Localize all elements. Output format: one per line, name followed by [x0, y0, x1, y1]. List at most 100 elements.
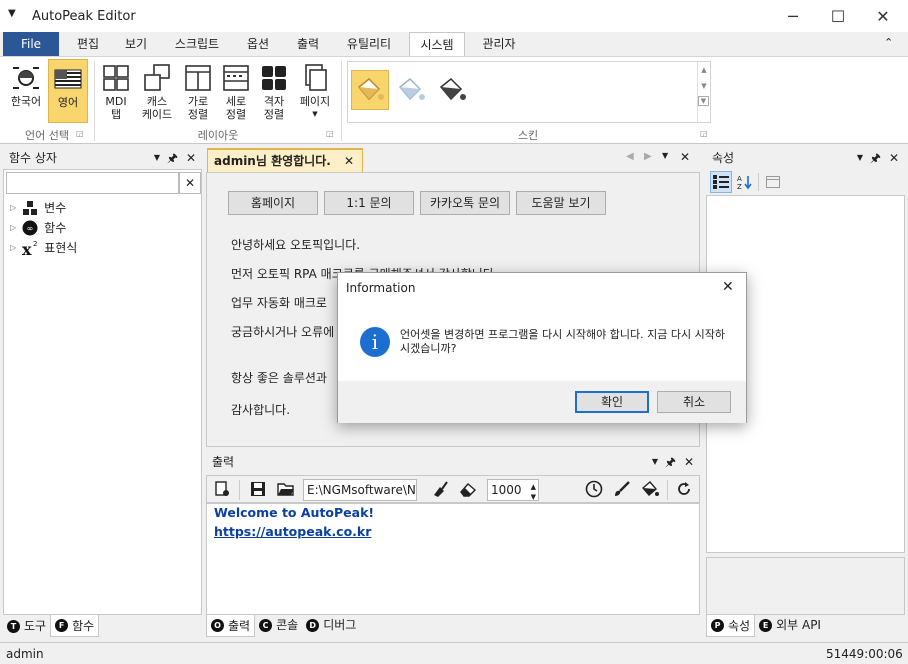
- info-icon: i: [360, 327, 390, 357]
- panel-menu-icon[interactable]: ▼: [652, 451, 658, 473]
- tab-utility[interactable]: 유틸리티: [336, 32, 402, 56]
- tab-list-icon[interactable]: ▼: [662, 151, 668, 160]
- panel-menu-icon[interactable]: ▼: [857, 147, 863, 169]
- tab-view[interactable]: 보기: [116, 32, 156, 56]
- page-label: 페이지: [299, 95, 331, 108]
- grid-align-button[interactable]: 격자 정렬: [256, 59, 292, 121]
- cascade-button[interactable]: 캐스 케이드: [136, 59, 178, 121]
- scroll-up-icon[interactable]: ▲: [698, 66, 710, 74]
- tree-item-variable[interactable]: ▷ 변수: [10, 198, 77, 218]
- maximize-icon[interactable]: ☐: [815, 0, 861, 32]
- cancel-button[interactable]: 취소: [657, 391, 731, 413]
- fill-color-icon[interactable]: [639, 478, 661, 500]
- dialog-launcher-icon[interactable]: ◲: [326, 129, 334, 138]
- svg-text:2: 2: [33, 240, 37, 248]
- skin-item-light[interactable]: [392, 70, 430, 110]
- tab-console[interactable]: C 콘솔: [255, 615, 302, 635]
- layout-group-label: 레이아웃: [197, 129, 239, 142]
- tab-tools[interactable]: T 도구: [3, 616, 50, 636]
- skin-item-gold[interactable]: [351, 70, 389, 110]
- dialog-launcher-icon[interactable]: ◲: [76, 129, 84, 138]
- gallery-expand-icon[interactable]: ▼: [698, 96, 709, 106]
- line-count-input[interactable]: 1000 ▲ ▼: [487, 479, 539, 501]
- expand-icon[interactable]: ▷: [10, 218, 16, 238]
- kakaotalk-button[interactable]: 카카오톡 문의: [420, 191, 510, 215]
- output-welcome-text: Welcome to AutoPeak!: [214, 505, 375, 520]
- document-close-icon[interactable]: ✕: [680, 150, 690, 164]
- expression-icon: x2: [22, 240, 37, 256]
- dialog-close-icon[interactable]: ✕: [722, 279, 734, 295]
- pin-icon[interactable]: 🖈: [870, 147, 881, 169]
- toolbar-divider: [667, 480, 668, 500]
- homepage-button[interactable]: 홈페이지: [228, 191, 318, 215]
- cascade-label: 캐스 케이드: [141, 95, 173, 121]
- tab-options[interactable]: 옵션: [238, 32, 278, 56]
- document-tab[interactable]: admin님 환영합니다. ✕: [207, 148, 363, 172]
- page-button[interactable]: 페이지 ▼: [294, 59, 336, 121]
- tab-scroll-right-icon[interactable]: ▶: [644, 151, 652, 162]
- panel-menu-icon[interactable]: ▼: [154, 147, 160, 169]
- properties-panel-header: 속성 ▼ 🖈 ✕: [706, 147, 905, 169]
- tab-system[interactable]: 시스템: [409, 32, 465, 57]
- tab-external-api[interactable]: E 외부 API: [755, 615, 825, 635]
- horizontal-layout-icon: [185, 65, 211, 91]
- help-button[interactable]: 도움말 보기: [516, 191, 606, 215]
- open-folder-icon[interactable]: [275, 478, 297, 500]
- collapse-ribbon-icon[interactable]: ⌃: [884, 36, 893, 49]
- categorized-icon[interactable]: [710, 171, 732, 193]
- brush-icon[interactable]: [611, 478, 633, 500]
- skin-gallery: ▲ ▼ ▼: [347, 61, 711, 123]
- scroll-down-icon[interactable]: ▼: [698, 82, 710, 90]
- tab-edit[interactable]: 편집: [68, 32, 108, 56]
- tab-functions[interactable]: F 함수: [50, 615, 100, 637]
- tab-script[interactable]: 스크립트: [164, 32, 230, 56]
- property-pages-icon[interactable]: [762, 171, 784, 193]
- tab-debug[interactable]: D 디버그: [302, 615, 360, 635]
- gallery-scroll[interactable]: ▲ ▼ ▼: [697, 62, 710, 122]
- alphabetical-icon[interactable]: AZ: [734, 171, 756, 193]
- panel-close-icon[interactable]: ✕: [684, 451, 694, 473]
- refresh-icon[interactable]: [673, 478, 695, 500]
- document-tab-label: admin님 환영합니다.: [214, 154, 331, 168]
- tab-admin[interactable]: 관리자: [472, 32, 526, 56]
- dialog-launcher-icon[interactable]: ◲: [700, 129, 708, 138]
- close-icon[interactable]: ✕: [860, 0, 906, 32]
- eraser-icon[interactable]: [457, 478, 479, 500]
- clean-icon[interactable]: [429, 478, 451, 500]
- search-clear-icon[interactable]: ✕: [179, 172, 201, 194]
- vertical-align-button[interactable]: 세로 정렬: [218, 59, 254, 121]
- expand-icon[interactable]: ▷: [10, 238, 16, 258]
- tab-close-icon[interactable]: ✕: [344, 150, 354, 172]
- pin-icon[interactable]: 🖈: [167, 147, 178, 169]
- quick-access-icon[interactable]: ▼: [8, 8, 16, 19]
- panel-close-icon[interactable]: ✕: [186, 147, 196, 169]
- output-panel-title: 출력: [212, 455, 235, 469]
- inquiry-button[interactable]: 1:1 문의: [324, 191, 414, 215]
- skin-item-dark[interactable]: [433, 70, 471, 110]
- function-search-input[interactable]: [6, 172, 179, 194]
- korean-button[interactable]: 한국어: [6, 59, 46, 121]
- cascade-icon: [144, 64, 170, 91]
- horizontal-align-button[interactable]: 가로 정렬: [180, 59, 216, 121]
- output-link[interactable]: https://autopeak.co.kr: [214, 524, 371, 539]
- pin-icon[interactable]: 🖈: [665, 451, 676, 473]
- group-divider: [94, 61, 95, 141]
- panel-close-icon[interactable]: ✕: [889, 147, 899, 169]
- save-icon[interactable]: [247, 478, 269, 500]
- minimize-icon[interactable]: ─: [770, 0, 816, 32]
- tab-output-log[interactable]: O 출력: [206, 615, 256, 637]
- ok-button[interactable]: 확인: [575, 391, 649, 413]
- tab-file[interactable]: File: [3, 32, 59, 56]
- tree-item-expression[interactable]: ▷ x2 표현식: [10, 238, 77, 258]
- english-button[interactable]: 영어: [48, 59, 88, 123]
- tree-item-function[interactable]: ▷ ∞ 함수: [10, 218, 77, 238]
- expand-icon[interactable]: ▷: [10, 198, 16, 218]
- tab-output[interactable]: 출력: [288, 32, 328, 56]
- log-path-input[interactable]: E:\NGMsoftware\NG: [303, 479, 417, 501]
- function-panel-tabs: T 도구 F 함수: [3, 615, 202, 639]
- tab-scroll-left-icon[interactable]: ◀: [626, 151, 634, 162]
- new-log-icon[interactable]: [211, 478, 233, 500]
- tab-properties[interactable]: P 속성: [706, 615, 756, 637]
- mdi-tab-button[interactable]: MDI 탭: [98, 59, 134, 121]
- clock-icon[interactable]: [583, 478, 605, 500]
